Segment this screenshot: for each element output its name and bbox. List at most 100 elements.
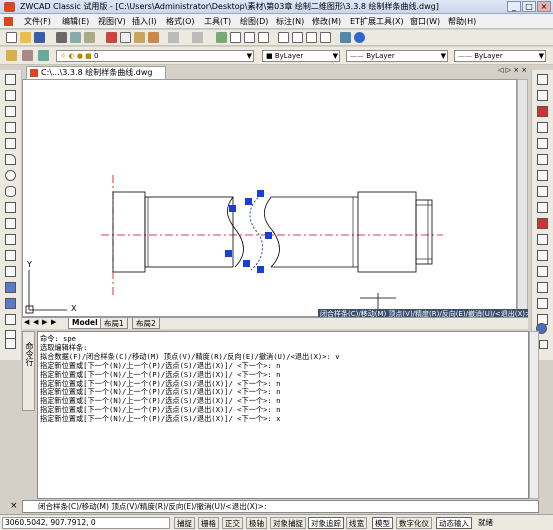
tool-palette-icon[interactable]	[306, 32, 317, 43]
break-icon[interactable]	[537, 250, 548, 261]
zoom-previous-icon[interactable]	[258, 32, 269, 43]
undo-icon[interactable]	[168, 32, 179, 43]
open-icon[interactable]	[20, 32, 31, 43]
properties-icon[interactable]	[278, 32, 289, 43]
drawing-canvas[interactable]: Y X	[22, 79, 517, 318]
tab-layout2[interactable]: 布局2	[132, 318, 160, 329]
circle-icon[interactable]	[5, 170, 16, 181]
tab-layout1[interactable]: 布局1	[100, 318, 128, 329]
tab-nav-next[interactable]: ▶	[42, 318, 47, 326]
chamfer-icon[interactable]	[537, 282, 548, 293]
layer-state-icon[interactable]	[22, 50, 33, 61]
command-input[interactable]: 闭合样条(C)/移动(M) 顶点(V)/精度(R)/反向(E)/撤消(U)/<退…	[22, 500, 539, 513]
tab-nav-prev[interactable]: ◀	[33, 318, 38, 326]
doc-icon[interactable]	[4, 17, 13, 26]
rectangle-icon[interactable]	[5, 138, 16, 149]
tab-model[interactable]: Model	[68, 318, 102, 329]
menu-view[interactable]: 视图(V)	[98, 16, 126, 27]
ray-icon[interactable]	[5, 90, 16, 101]
rotate-icon[interactable]	[537, 170, 548, 181]
close-command-icon[interactable]: ×	[10, 501, 18, 511]
zoom-realtime-icon[interactable]	[230, 32, 241, 43]
menu-modify[interactable]: 修改(M)	[312, 16, 341, 27]
move-icon[interactable]	[537, 154, 548, 165]
polar-toggle[interactable]: 极轴	[246, 517, 267, 529]
region-icon[interactable]	[5, 314, 16, 325]
revision-cloud-icon[interactable]	[5, 202, 16, 213]
make-block-icon[interactable]	[5, 250, 16, 261]
copy-object-icon[interactable]	[537, 90, 548, 101]
tab-nav-last[interactable]: ▶	[51, 318, 56, 326]
menu-insert[interactable]: 插入(I)	[132, 16, 157, 27]
pan-icon[interactable]	[216, 32, 227, 43]
point-icon[interactable]	[5, 266, 16, 277]
offset-icon[interactable]	[537, 122, 548, 133]
close-button[interactable]: ×	[537, 1, 551, 12]
panel-close-icon[interactable]	[539, 340, 548, 349]
polygon-icon[interactable]	[5, 122, 16, 133]
lineweight-dropdown[interactable]: —— ByLayer ▼	[454, 50, 546, 62]
cut-icon[interactable]	[106, 32, 117, 43]
scale-icon[interactable]	[537, 186, 548, 197]
menu-help[interactable]: 帮助(H)	[448, 16, 476, 27]
make-current-layer-icon[interactable]	[38, 50, 49, 61]
erase-icon[interactable]	[537, 74, 548, 85]
zoom-window-icon[interactable]	[244, 32, 255, 43]
new-icon[interactable]	[6, 32, 17, 43]
color-dropdown[interactable]: ■ ByLayer ▼	[262, 50, 340, 62]
publish-icon[interactable]	[84, 32, 95, 43]
lineweight-toggle[interactable]: 线宽	[346, 517, 367, 529]
menu-et-tools[interactable]: ET扩展工具(X)	[350, 16, 404, 27]
copy-icon[interactable]	[120, 32, 131, 43]
save-icon[interactable]	[34, 32, 45, 43]
print-preview-icon[interactable]	[70, 32, 81, 43]
array-icon[interactable]	[537, 138, 548, 149]
spline-icon[interactable]	[5, 218, 16, 229]
ortho-toggle[interactable]: 正交	[222, 517, 243, 529]
menu-dimension[interactable]: 标注(N)	[276, 16, 304, 27]
command-history-scrollbar[interactable]	[529, 331, 539, 499]
menu-window[interactable]: 窗口(W)	[410, 16, 440, 27]
find-icon[interactable]	[340, 32, 351, 43]
layer-manager-icon[interactable]	[6, 50, 17, 61]
ellipse-icon[interactable]	[5, 186, 16, 197]
redo-icon[interactable]	[192, 32, 203, 43]
menu-format[interactable]: 格式(O)	[166, 16, 195, 27]
stretch-icon[interactable]	[537, 202, 548, 213]
fillet-icon[interactable]	[537, 298, 548, 309]
snap-toggle[interactable]: 捕捉	[174, 517, 195, 529]
print-icon[interactable]	[56, 32, 67, 43]
hatch-icon[interactable]	[5, 282, 16, 293]
extend-icon[interactable]	[537, 234, 548, 245]
match-properties-icon[interactable]	[148, 32, 159, 43]
document-tab[interactable]: C:\...\3.3.8 绘制样条曲线.dwg	[26, 66, 166, 79]
grid-toggle[interactable]: 栅格	[198, 517, 219, 529]
design-center-icon[interactable]	[292, 32, 303, 43]
maximize-button[interactable]: □	[522, 1, 536, 12]
linetype-dropdown[interactable]: —— ByLayer ▼	[346, 50, 448, 62]
line-icon[interactable]	[5, 74, 16, 85]
menu-edit[interactable]: 编辑(E)	[62, 16, 89, 27]
menu-file[interactable]: 文件(F)	[24, 16, 51, 27]
join-icon[interactable]	[537, 266, 548, 277]
dynamic-input-toggle[interactable]: 动态输入	[436, 517, 472, 529]
gradient-icon[interactable]	[5, 298, 16, 309]
vertical-scrollbar[interactable]	[517, 79, 528, 317]
menu-tools[interactable]: 工具(T)	[204, 16, 231, 27]
insert-block-icon[interactable]	[5, 234, 16, 245]
arc-icon[interactable]	[5, 154, 16, 165]
mirror-icon[interactable]	[537, 106, 548, 117]
calculator-icon[interactable]	[320, 32, 331, 43]
menu-draw[interactable]: 绘图(D)	[240, 16, 268, 27]
minimize-button[interactable]: _	[507, 1, 521, 12]
layer-dropdown[interactable]: ☼ ◐ ● ■ 0 ▼	[56, 50, 254, 62]
osnap-toggle[interactable]: 对象捕捉	[270, 517, 306, 529]
table-tool-icon[interactable]	[5, 338, 16, 349]
tab-nav-first[interactable]: ◀	[24, 318, 29, 326]
doc-tab-controls[interactable]: ◁ ▷ × ×	[498, 66, 527, 74]
model-toggle[interactable]: 模型	[372, 517, 393, 529]
help-icon[interactable]	[354, 32, 365, 43]
paste-icon[interactable]	[134, 32, 145, 43]
digitizer-toggle[interactable]: 数字化仪	[396, 517, 432, 529]
otrack-toggle[interactable]: 对象追踪	[308, 517, 344, 529]
